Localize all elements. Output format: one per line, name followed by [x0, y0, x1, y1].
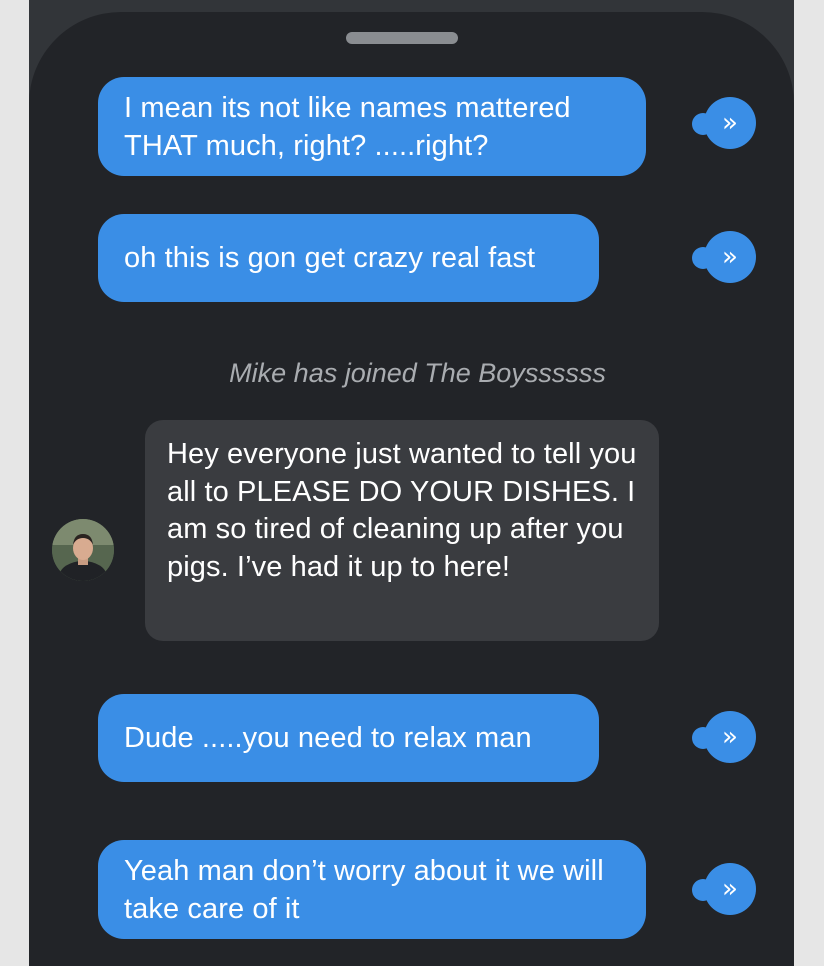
double-chevron-right-icon: »: [704, 231, 756, 283]
outgoing-message[interactable]: I mean its not like names mattered THAT …: [98, 77, 646, 176]
forward-button[interactable]: »: [692, 97, 756, 149]
double-chevron-right-icon: »: [704, 863, 756, 915]
forward-button[interactable]: »: [692, 863, 756, 915]
message-text: Yeah man don’t worry about it we will ta…: [124, 854, 604, 925]
incoming-message[interactable]: Hey everyone just wanted to tell you all…: [145, 420, 659, 641]
forward-button[interactable]: »: [692, 231, 756, 283]
message-text: Hey everyone just wanted to tell you all…: [167, 438, 637, 583]
chat-sheet: I mean its not like names mattered THAT …: [29, 12, 794, 966]
phone-frame: I mean its not like names mattered THAT …: [29, 0, 794, 966]
system-notice: Mike has joined The Boyssssss: [229, 358, 606, 388]
outgoing-message[interactable]: oh this is gon get crazy real fast: [98, 214, 599, 302]
double-chevron-right-icon: »: [704, 711, 756, 763]
outgoing-message[interactable]: Yeah man don’t worry about it we will ta…: [98, 840, 646, 939]
message-text: I mean its not like names mattered THAT …: [124, 91, 571, 162]
forward-button[interactable]: »: [692, 711, 756, 763]
avatar[interactable]: [52, 519, 114, 581]
message-text: oh this is gon get crazy real fast: [124, 242, 536, 274]
message-text: Dude .....you need to relax man: [124, 722, 532, 754]
user-avatar-icon: [52, 519, 114, 581]
outgoing-message[interactable]: Dude .....you need to relax man: [98, 694, 599, 782]
drag-handle[interactable]: [346, 32, 458, 44]
double-chevron-right-icon: »: [704, 97, 756, 149]
